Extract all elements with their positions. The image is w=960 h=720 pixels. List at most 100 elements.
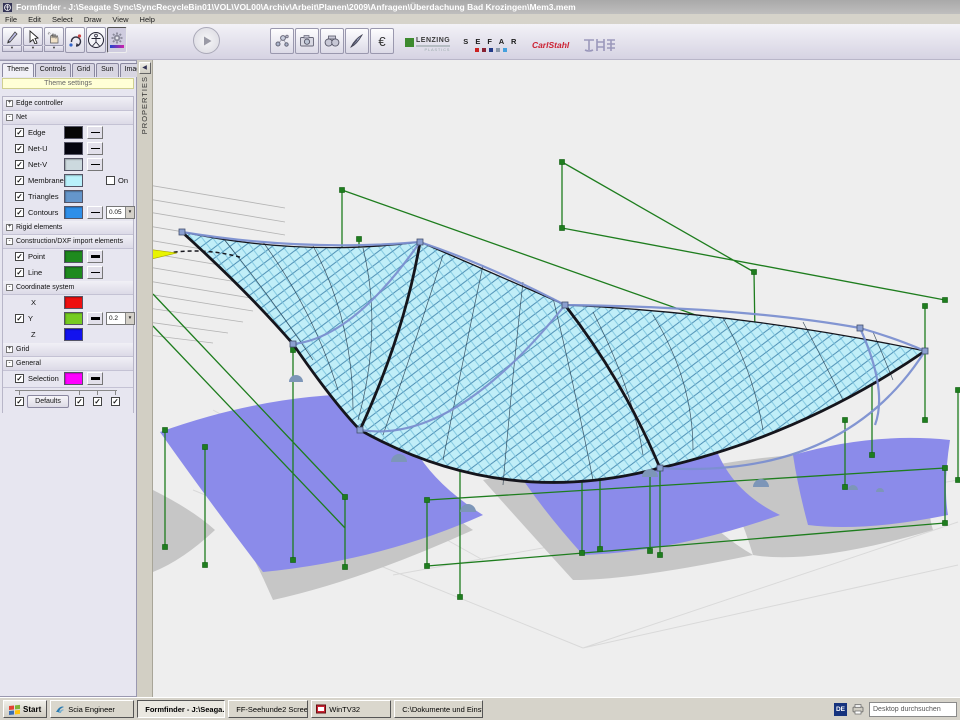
section-coordinate-system[interactable]: - Coordinate system	[3, 281, 133, 295]
dropdown-arrow-icon[interactable]: ▼	[125, 313, 134, 324]
rotate-view-button[interactable]	[65, 27, 85, 53]
x-axis-color-swatch[interactable]	[64, 296, 83, 309]
edge-color-swatch[interactable]	[64, 126, 83, 139]
section-grid[interactable]: + Grid	[3, 343, 133, 357]
net-v-checkbox[interactable]: ✓	[15, 160, 24, 169]
feather-pen-button[interactable]	[345, 28, 369, 54]
desktop-search-input[interactable]	[869, 702, 957, 717]
net-u-color-swatch[interactable]	[64, 142, 83, 155]
draw-tool-dropdown[interactable]: ▼	[2, 46, 22, 52]
expand-icon[interactable]: +	[6, 100, 13, 107]
point-color-swatch[interactable]	[64, 250, 83, 263]
menu-file[interactable]: File	[5, 15, 17, 24]
language-indicator[interactable]: DE	[834, 703, 847, 716]
point-checkbox[interactable]: ✓	[15, 252, 24, 261]
contours-linestyle-button[interactable]	[87, 206, 103, 219]
y-axis-color-swatch[interactable]	[64, 312, 83, 325]
selection-style-button[interactable]	[87, 372, 103, 385]
net-u-checkbox[interactable]: ✓	[15, 144, 24, 153]
select-tool-button[interactable]	[23, 27, 43, 46]
selection-checkbox[interactable]: ✓	[15, 374, 24, 383]
task-scia-engineer[interactable]: Scia Engineer	[50, 700, 134, 718]
defaults-button[interactable]: Defaults	[27, 395, 69, 408]
collapse-icon[interactable]: -	[6, 360, 13, 367]
menu-select[interactable]: Select	[52, 15, 73, 24]
collapse-icon[interactable]: -	[6, 238, 13, 245]
draw-tool-button[interactable]	[2, 27, 22, 46]
net-v-linestyle-button[interactable]	[87, 158, 103, 171]
start-button[interactable]: Start	[3, 700, 47, 718]
properties-strip-label: PROPERTIES	[140, 76, 149, 134]
viewport[interactable]	[153, 60, 960, 697]
point-style-button[interactable]	[87, 250, 103, 263]
y-axis-style-button[interactable]	[87, 312, 103, 325]
task-screenshot[interactable]: FF-Seehunde2 Screensh...	[228, 700, 308, 718]
sponsor-logos: LENZING PLASTICS S E F A R CarlStahl	[405, 36, 616, 53]
line-style-button[interactable]	[87, 266, 103, 279]
collapse-icon[interactable]: -	[6, 114, 13, 121]
section-construction-dxf[interactable]: - Construction/DXF import elements	[3, 235, 133, 249]
cost-euro-button[interactable]: €	[370, 28, 394, 54]
edge-checkbox[interactable]: ✓	[15, 128, 24, 137]
defaults-checkbox-4[interactable]: ✓	[111, 397, 120, 406]
selection-color-swatch[interactable]	[64, 372, 83, 385]
settings-button[interactable]	[107, 27, 127, 53]
expand-icon[interactable]: +	[6, 346, 13, 353]
triangles-color-swatch[interactable]	[64, 190, 83, 203]
menu-edit[interactable]: Edit	[28, 15, 41, 24]
section-net[interactable]: - Net	[3, 111, 133, 125]
task-explorer[interactable]: C:\Dokumente und Einst...	[394, 700, 483, 718]
contours-value-select[interactable]: 0.05▼	[106, 206, 135, 219]
z-axis-color-swatch[interactable]	[64, 328, 83, 341]
dropdown-arrow-icon[interactable]: ▼	[125, 207, 134, 218]
formfinder-man-button[interactable]	[86, 27, 106, 53]
tab-sun[interactable]: Sun	[96, 63, 118, 77]
snapshot-points-button[interactable]	[270, 28, 294, 54]
defaults-checkbox-1[interactable]: ✓	[15, 397, 24, 406]
contours-checkbox[interactable]: ✓	[15, 208, 24, 217]
section-edge-controller[interactable]: + Edge controller	[3, 97, 133, 111]
membrane-color-swatch[interactable]	[64, 174, 83, 187]
edge-linestyle-button[interactable]	[87, 126, 103, 139]
task-formfinder[interactable]: Formfinder - J:\Seaga...	[137, 700, 225, 718]
viewport-canvas[interactable]	[153, 60, 960, 697]
play-button[interactable]	[193, 27, 220, 54]
net-v-color-swatch[interactable]	[64, 158, 83, 171]
taskbar: Start Scia Engineer Formfinder - J:\Seag…	[0, 697, 960, 720]
y-axis-value-select[interactable]: 0.2▼	[106, 312, 135, 325]
net-u-linestyle-button[interactable]	[87, 142, 103, 155]
membrane-checkbox[interactable]: ✓	[15, 176, 24, 185]
select-tool-dropdown[interactable]: ▼	[23, 46, 43, 52]
printer-icon[interactable]	[851, 703, 865, 715]
triangles-checkbox[interactable]: ✓	[15, 192, 24, 201]
tab-theme[interactable]: Theme	[2, 63, 34, 77]
defaults-checkbox-2[interactable]: ✓	[75, 397, 84, 406]
start-label: Start	[23, 705, 41, 714]
tab-grid[interactable]: Grid	[72, 63, 95, 77]
collapse-icon[interactable]: -	[6, 284, 13, 291]
theme-rows: + Edge controller - Net ✓ Edge ✓ Net-U	[2, 96, 134, 413]
camera-button[interactable]	[295, 28, 319, 54]
y-axis-label: Y	[28, 314, 33, 323]
row-edge: ✓ Edge	[3, 125, 133, 141]
line-checkbox[interactable]: ✓	[15, 268, 24, 277]
menu-view[interactable]: View	[112, 15, 128, 24]
defaults-checkbox-3[interactable]: ✓	[93, 397, 102, 406]
contours-color-swatch[interactable]	[64, 206, 83, 219]
sefar-logo: S E F A R	[463, 38, 519, 52]
y-axis-checkbox[interactable]: ✓	[15, 314, 24, 323]
membrane-on-checkbox[interactable]	[106, 176, 115, 185]
panel-collapse-button[interactable]: ◀	[139, 62, 151, 74]
tab-controls[interactable]: Controls	[35, 63, 71, 77]
expand-icon[interactable]: +	[6, 224, 13, 231]
section-general[interactable]: - General	[3, 357, 133, 371]
menu-help[interactable]: Help	[140, 15, 155, 24]
task-wintv[interactable]: WinTV32	[311, 700, 391, 718]
modify-tool-dropdown[interactable]: ▼	[44, 46, 64, 52]
line-color-swatch[interactable]	[64, 266, 83, 279]
binoculars-button[interactable]	[320, 28, 344, 54]
menu-draw[interactable]: Draw	[84, 15, 102, 24]
row-net-v: ✓ Net-V	[3, 157, 133, 173]
section-rigid-elements[interactable]: + Rigid elements	[3, 221, 133, 235]
modify-tool-button[interactable]	[44, 27, 64, 46]
